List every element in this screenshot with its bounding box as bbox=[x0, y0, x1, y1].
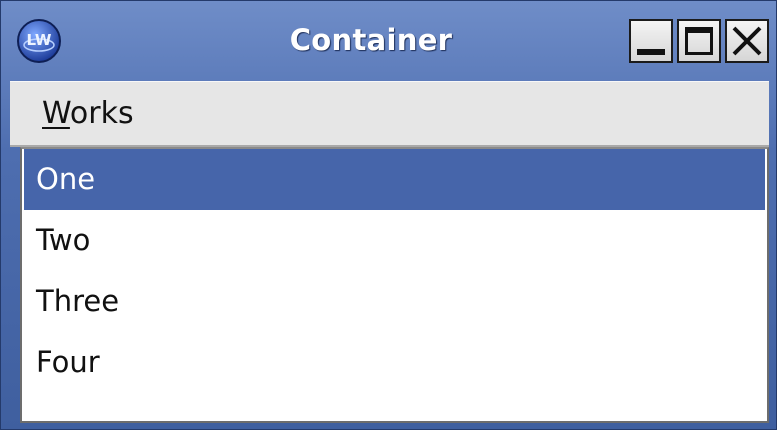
window-title: Container bbox=[289, 23, 453, 57]
list-item-one[interactable]: One bbox=[24, 149, 765, 210]
menu-works-label: orks bbox=[69, 96, 134, 131]
app-window: LW Container Works One Two Three Four bbox=[0, 0, 777, 430]
maximize-button[interactable] bbox=[677, 19, 721, 63]
item-list[interactable]: One Two Three Four bbox=[20, 147, 769, 423]
list-item-three[interactable]: Three bbox=[24, 271, 765, 332]
list-item-four[interactable]: Four bbox=[24, 332, 765, 393]
menu-bar: Works bbox=[10, 81, 769, 147]
close-button[interactable] bbox=[725, 19, 769, 63]
app-logo-icon[interactable]: LW bbox=[15, 17, 63, 65]
close-icon bbox=[732, 26, 762, 56]
menu-works-mnemonic: W bbox=[42, 96, 70, 131]
list-item-two[interactable]: Two bbox=[24, 210, 765, 271]
svg-text:LW: LW bbox=[27, 31, 52, 49]
menu-works[interactable]: Works bbox=[28, 82, 148, 146]
minimize-button[interactable] bbox=[629, 19, 673, 63]
title-bar[interactable]: LW Container bbox=[1, 1, 776, 81]
